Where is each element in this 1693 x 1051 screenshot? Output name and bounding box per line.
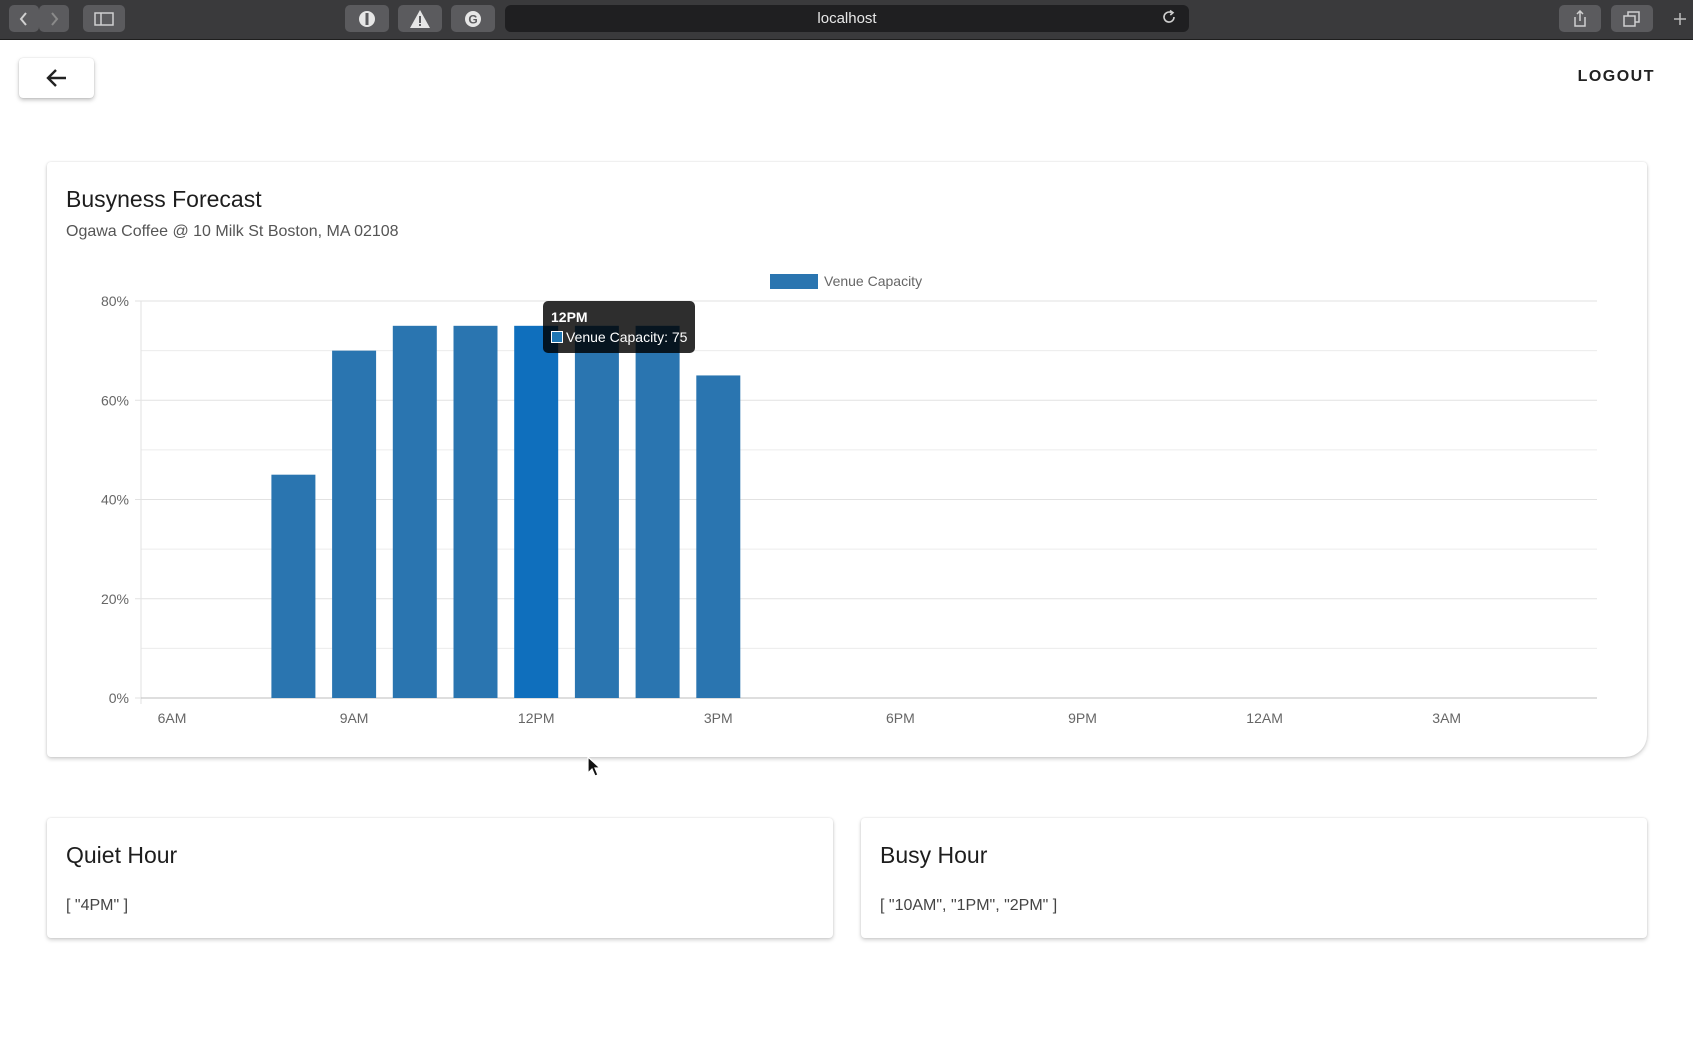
chart-bar bbox=[514, 325, 559, 698]
x-tick-label: 3PM bbox=[704, 710, 733, 726]
x-tick-label: 3AM bbox=[1432, 710, 1461, 726]
y-tick-label: 20% bbox=[101, 591, 129, 607]
tabs-overview-icon[interactable] bbox=[1611, 5, 1653, 32]
chart-bar bbox=[635, 325, 680, 698]
new-tab-icon[interactable] bbox=[1667, 5, 1693, 32]
chart-tooltip: 12PM Venue Capacity: 75 bbox=[543, 301, 696, 353]
mouse-cursor-icon bbox=[587, 755, 603, 783]
chart-bar bbox=[392, 325, 437, 698]
busy-hour-card: Busy Hour [ "10AM", "1PM", "2PM" ] bbox=[861, 818, 1647, 938]
legend-label: Venue Capacity bbox=[824, 273, 922, 289]
browser-back-icon[interactable] bbox=[9, 5, 39, 32]
back-button[interactable] bbox=[19, 58, 94, 98]
tooltip-label: Venue Capacity: 75 bbox=[566, 329, 688, 345]
reload-icon[interactable] bbox=[1161, 9, 1177, 29]
x-tick-label: 9AM bbox=[340, 710, 369, 726]
quiet-hour-list: [ "4PM" ] bbox=[66, 897, 129, 914]
x-tick-label: 9PM bbox=[1068, 710, 1097, 726]
quiet-hour-card: Quiet Hour [ "4PM" ] bbox=[47, 818, 833, 938]
chart-bar bbox=[696, 375, 741, 698]
y-tick-label: 60% bbox=[101, 392, 129, 408]
svg-text:G: G bbox=[468, 12, 477, 26]
busy-hour-list: [ "10AM", "1PM", "2PM" ] bbox=[880, 897, 1058, 914]
x-tick-label: 6AM bbox=[158, 710, 187, 726]
tooltip-title: 12PM bbox=[551, 309, 588, 325]
address-bar-text: localhost bbox=[817, 10, 877, 27]
tooltip-swatch bbox=[551, 331, 563, 343]
legend-swatch bbox=[770, 274, 818, 289]
address-bar[interactable]: localhost bbox=[505, 5, 1189, 32]
extension-shield-icon[interactable] bbox=[345, 5, 389, 32]
chart-bar bbox=[271, 474, 316, 698]
x-tick-label: 12PM bbox=[518, 710, 555, 726]
x-tick-label: 6PM bbox=[886, 710, 915, 726]
busyness-bar-chart: 0% 20% 40% 60% 80% 6AM 9AM 12PM 3PM 6PM 9PM 12AM 3AM… bbox=[101, 273, 1597, 726]
y-tick-label: 40% bbox=[101, 492, 129, 508]
y-tick-label: 80% bbox=[101, 293, 129, 309]
logout-button[interactable]: LOGOUT bbox=[1578, 68, 1655, 86]
y-tick-label: 0% bbox=[109, 690, 129, 706]
busy-hour-title: Busy Hour bbox=[880, 842, 988, 868]
arrow-left-icon bbox=[45, 69, 66, 87]
browser-forward-icon[interactable] bbox=[39, 5, 69, 32]
busyness-forecast-card: Busyness Forecast Ogawa Coffee @ 10 Milk… bbox=[47, 162, 1647, 777]
quiet-hour-title: Quiet Hour bbox=[66, 842, 178, 868]
share-icon[interactable] bbox=[1559, 5, 1601, 32]
chart-bar bbox=[332, 350, 377, 698]
chart-bar bbox=[453, 325, 498, 698]
warning-icon[interactable] bbox=[398, 5, 442, 32]
browser-toolbar: G localhost bbox=[0, 0, 1693, 40]
sidebar-toggle-icon[interactable] bbox=[83, 5, 125, 32]
x-tick-label: 12AM bbox=[1246, 710, 1283, 726]
grammarly-icon[interactable]: G bbox=[451, 5, 495, 32]
chart-bar bbox=[574, 325, 619, 698]
